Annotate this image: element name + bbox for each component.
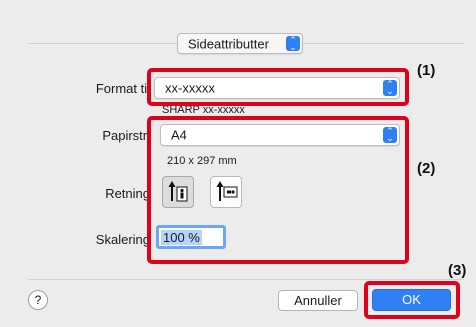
ok-button-highlight	[364, 281, 460, 319]
callout-3: (3)	[448, 262, 467, 279]
format-for-label: Format til	[95, 81, 150, 96]
paper-size-label: Papirstr.	[102, 128, 150, 143]
orientation-label: Retning	[105, 186, 150, 201]
callout-2: (2)	[417, 160, 436, 177]
help-button[interactable]: ?	[28, 290, 48, 310]
format-for-highlight	[147, 68, 409, 106]
scale-label: Skalering	[95, 232, 150, 247]
page-setup-dialog: Sideattributter ⌃ ⌄ Format til xx-xxxxx ⌃…	[0, 0, 476, 327]
callout-1: (1)	[417, 62, 436, 79]
cancel-button[interactable]: Annuller	[278, 290, 358, 311]
help-icon: ?	[34, 293, 42, 307]
settings-section-popup[interactable]: Sideattributter ⌃ ⌄	[177, 33, 303, 54]
bottom-divider	[28, 279, 464, 280]
paper-settings-highlight	[147, 116, 409, 264]
chevron-updown-icon: ⌃ ⌄	[286, 35, 300, 51]
settings-section-label: Sideattributter	[188, 36, 269, 51]
